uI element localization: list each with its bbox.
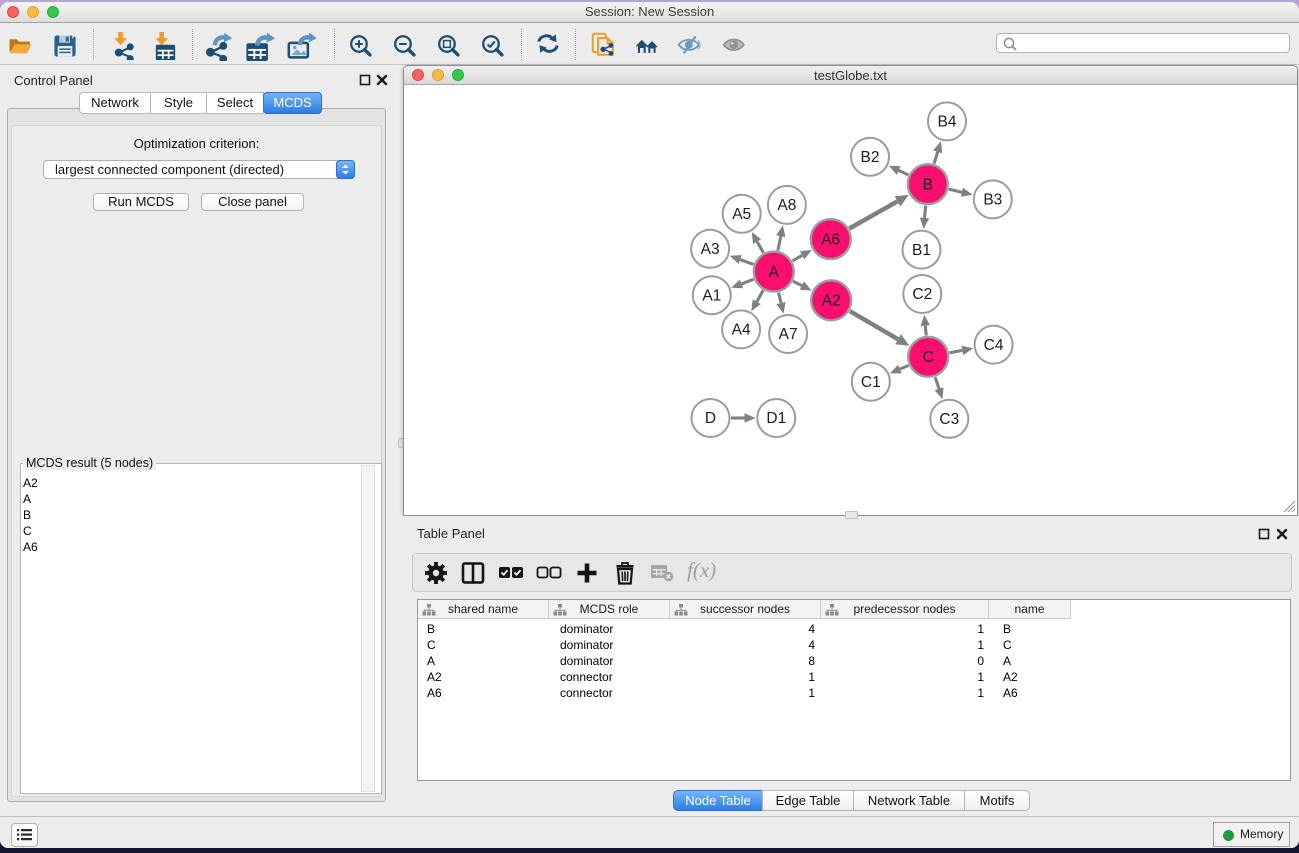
svg-text:C4: C4 bbox=[984, 337, 1004, 354]
svg-text:B1: B1 bbox=[912, 242, 931, 259]
svg-text:C1: C1 bbox=[861, 374, 881, 391]
svg-text:A: A bbox=[769, 264, 780, 281]
svg-text:C: C bbox=[923, 349, 934, 366]
svg-text:A6: A6 bbox=[821, 231, 840, 248]
svg-text:A4: A4 bbox=[732, 322, 751, 339]
svg-text:B3: B3 bbox=[983, 192, 1002, 209]
svg-text:C3: C3 bbox=[939, 411, 959, 428]
svg-text:A3: A3 bbox=[701, 241, 720, 258]
svg-text:D1: D1 bbox=[766, 410, 786, 427]
svg-text:C2: C2 bbox=[912, 286, 932, 303]
svg-text:B4: B4 bbox=[938, 114, 957, 131]
svg-text:A1: A1 bbox=[702, 287, 721, 304]
svg-text:D: D bbox=[705, 410, 716, 427]
svg-text:B: B bbox=[923, 176, 933, 193]
svg-text:A2: A2 bbox=[822, 293, 841, 310]
svg-text:A5: A5 bbox=[732, 206, 751, 223]
svg-text:B2: B2 bbox=[861, 149, 880, 166]
svg-text:A7: A7 bbox=[779, 326, 798, 343]
svg-text:A8: A8 bbox=[777, 197, 796, 214]
